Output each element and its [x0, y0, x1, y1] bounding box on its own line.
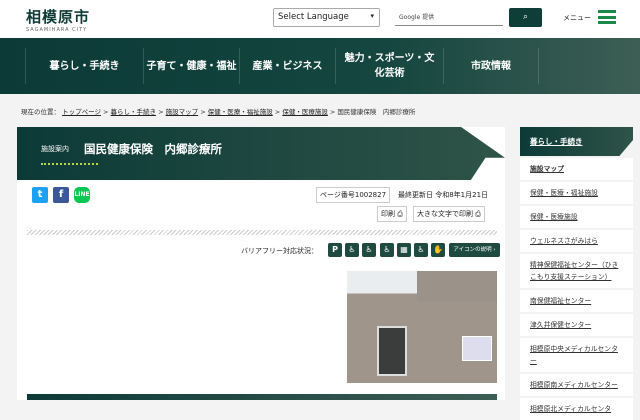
- sidebar-item[interactable]: 南保健福祉センター: [520, 290, 633, 312]
- page-title-banner: 施設案内 国民健康保険 内郷診療所: [17, 127, 505, 180]
- sidebar-item[interactable]: 相模原中央メディカルセンター: [520, 338, 633, 372]
- accessible-toilet-icon: ♿: [380, 243, 394, 257]
- print-large-button[interactable]: 大きな文字で印刷 ⎙: [413, 206, 485, 222]
- wheelchair-elevator-icon: ♿: [362, 243, 376, 257]
- wheelchair-entrance-icon: ♿: [345, 243, 359, 257]
- printer-icon: ⎙: [475, 210, 481, 218]
- icon-explanation-label: アイコンの説明: [453, 247, 492, 253]
- breadcrumb-link[interactable]: 施設マップ: [166, 108, 199, 116]
- breadcrumb-prefix: 現在の位置：: [21, 108, 60, 116]
- breadcrumb-sep: >: [100, 108, 111, 116]
- breadcrumb: 現在の位置： トップページ > 暮らし・手続き > 施設マップ > 保健・医療・…: [21, 106, 415, 116]
- sidebar-item[interactable]: 保健・医療・福祉施設: [520, 182, 633, 204]
- nav-item-culture-sports[interactable]: 魅力・スポーツ・文化芸術: [335, 48, 443, 84]
- breadcrumb-link[interactable]: 暮らし・手続き: [111, 108, 157, 116]
- breadcrumb-link[interactable]: トップページ: [62, 108, 101, 116]
- barrier-free-label: バリアフリー対応状況：: [241, 247, 318, 255]
- sidebar-item[interactable]: 保健・医療施設: [520, 206, 633, 228]
- page-number: ページ番号1002827: [316, 187, 391, 203]
- global-nav: 暮らし・手続き 子育て・健康・福祉 産業・ビジネス 魅力・スポーツ・文化芸術 市…: [0, 38, 640, 94]
- sidebar-item[interactable]: 精神保健福祉センター（ひきこもり支援ステーション）: [520, 254, 633, 288]
- printer-icon: ⎙: [397, 210, 403, 218]
- sidebar-item[interactable]: 施設マップ: [520, 158, 633, 180]
- search-button[interactable]: ⌕: [509, 8, 542, 27]
- breadcrumb-sep: >: [327, 108, 338, 116]
- facebook-icon[interactable]: f: [53, 187, 69, 203]
- sidebar-item[interactable]: 相模原南メディカルセンター: [520, 374, 633, 396]
- breadcrumb-sep: >: [156, 108, 166, 116]
- breadcrumb-sep: >: [198, 108, 208, 116]
- title-decoration: [41, 163, 98, 166]
- line-icon[interactable]: LINE: [74, 187, 90, 203]
- nav-item-business[interactable]: 産業・ビジネス: [239, 48, 335, 84]
- facility-photo: [347, 271, 497, 383]
- sidebar-heading[interactable]: 暮らし・手続き: [520, 127, 633, 156]
- language-select-value: Select Language: [278, 12, 349, 22]
- breadcrumb-sep: >: [272, 108, 283, 116]
- title-category: 施設案内: [41, 145, 69, 153]
- nav-item-living[interactable]: 暮らし・手続き: [25, 48, 143, 84]
- search-icon: ⌕: [522, 12, 529, 22]
- menu-label[interactable]: メニュー: [563, 13, 591, 23]
- site-header: 相模原市 SAGAMIHARA CITY Select Language ▾ Go…: [0, 0, 640, 38]
- page-title: 国民健康保険 内郷診療所: [84, 142, 222, 156]
- wheelchair-parking-icon: ♿: [414, 243, 428, 257]
- search-input[interactable]: Google 提供: [395, 9, 503, 26]
- print-large-label: 大きな文字で印刷: [417, 210, 473, 218]
- breadcrumb-link[interactable]: 保健・医療施設: [282, 108, 328, 116]
- nav-divider: [538, 48, 598, 84]
- hamburger-menu-icon[interactable]: [598, 10, 616, 24]
- logo-subtext: SAGAMIHARA CITY: [26, 27, 88, 33]
- sidebar: 暮らし・手続き 施設マップ 保健・医療・福祉施設 保健・医療施設 ウェルネスさが…: [520, 127, 633, 420]
- ostomate-icon: ✋: [431, 243, 445, 257]
- breadcrumb-current: 国民健康保険 内郷診療所: [337, 108, 416, 116]
- language-select[interactable]: Select Language ▾: [273, 8, 380, 27]
- city-logo[interactable]: 相模原市 SAGAMIHARA CITY: [26, 6, 90, 33]
- print-label: 印刷: [381, 210, 395, 218]
- twitter-icon[interactable]: t: [32, 187, 48, 203]
- sidebar-item[interactable]: ウェルネスさがみはら: [520, 230, 633, 252]
- print-button[interactable]: 印刷 ⎙: [377, 206, 407, 222]
- last-updated: 最終更新日 令和8年1月21日: [398, 191, 489, 199]
- breadcrumb-link[interactable]: 保健・医療・福祉施設: [208, 108, 273, 116]
- divider: [27, 230, 497, 235]
- sidebar-item[interactable]: 相模原北メディカルセンタ: [520, 398, 633, 420]
- chevron-down-icon: ▾: [370, 12, 374, 20]
- logo-text: 相模原市: [26, 8, 91, 26]
- parking-icon: P: [328, 243, 342, 257]
- icon-explanation-link[interactable]: アイコンの説明 ›: [449, 243, 500, 257]
- nav-item-childcare-health[interactable]: 子育て・健康・福祉: [143, 48, 239, 84]
- nav-item-city-info[interactable]: 市政情報: [443, 48, 538, 84]
- braille-block-icon: ▦: [397, 243, 411, 257]
- section-heading-bar: [27, 394, 497, 400]
- sidebar-item[interactable]: 津久井保健センター: [520, 314, 633, 336]
